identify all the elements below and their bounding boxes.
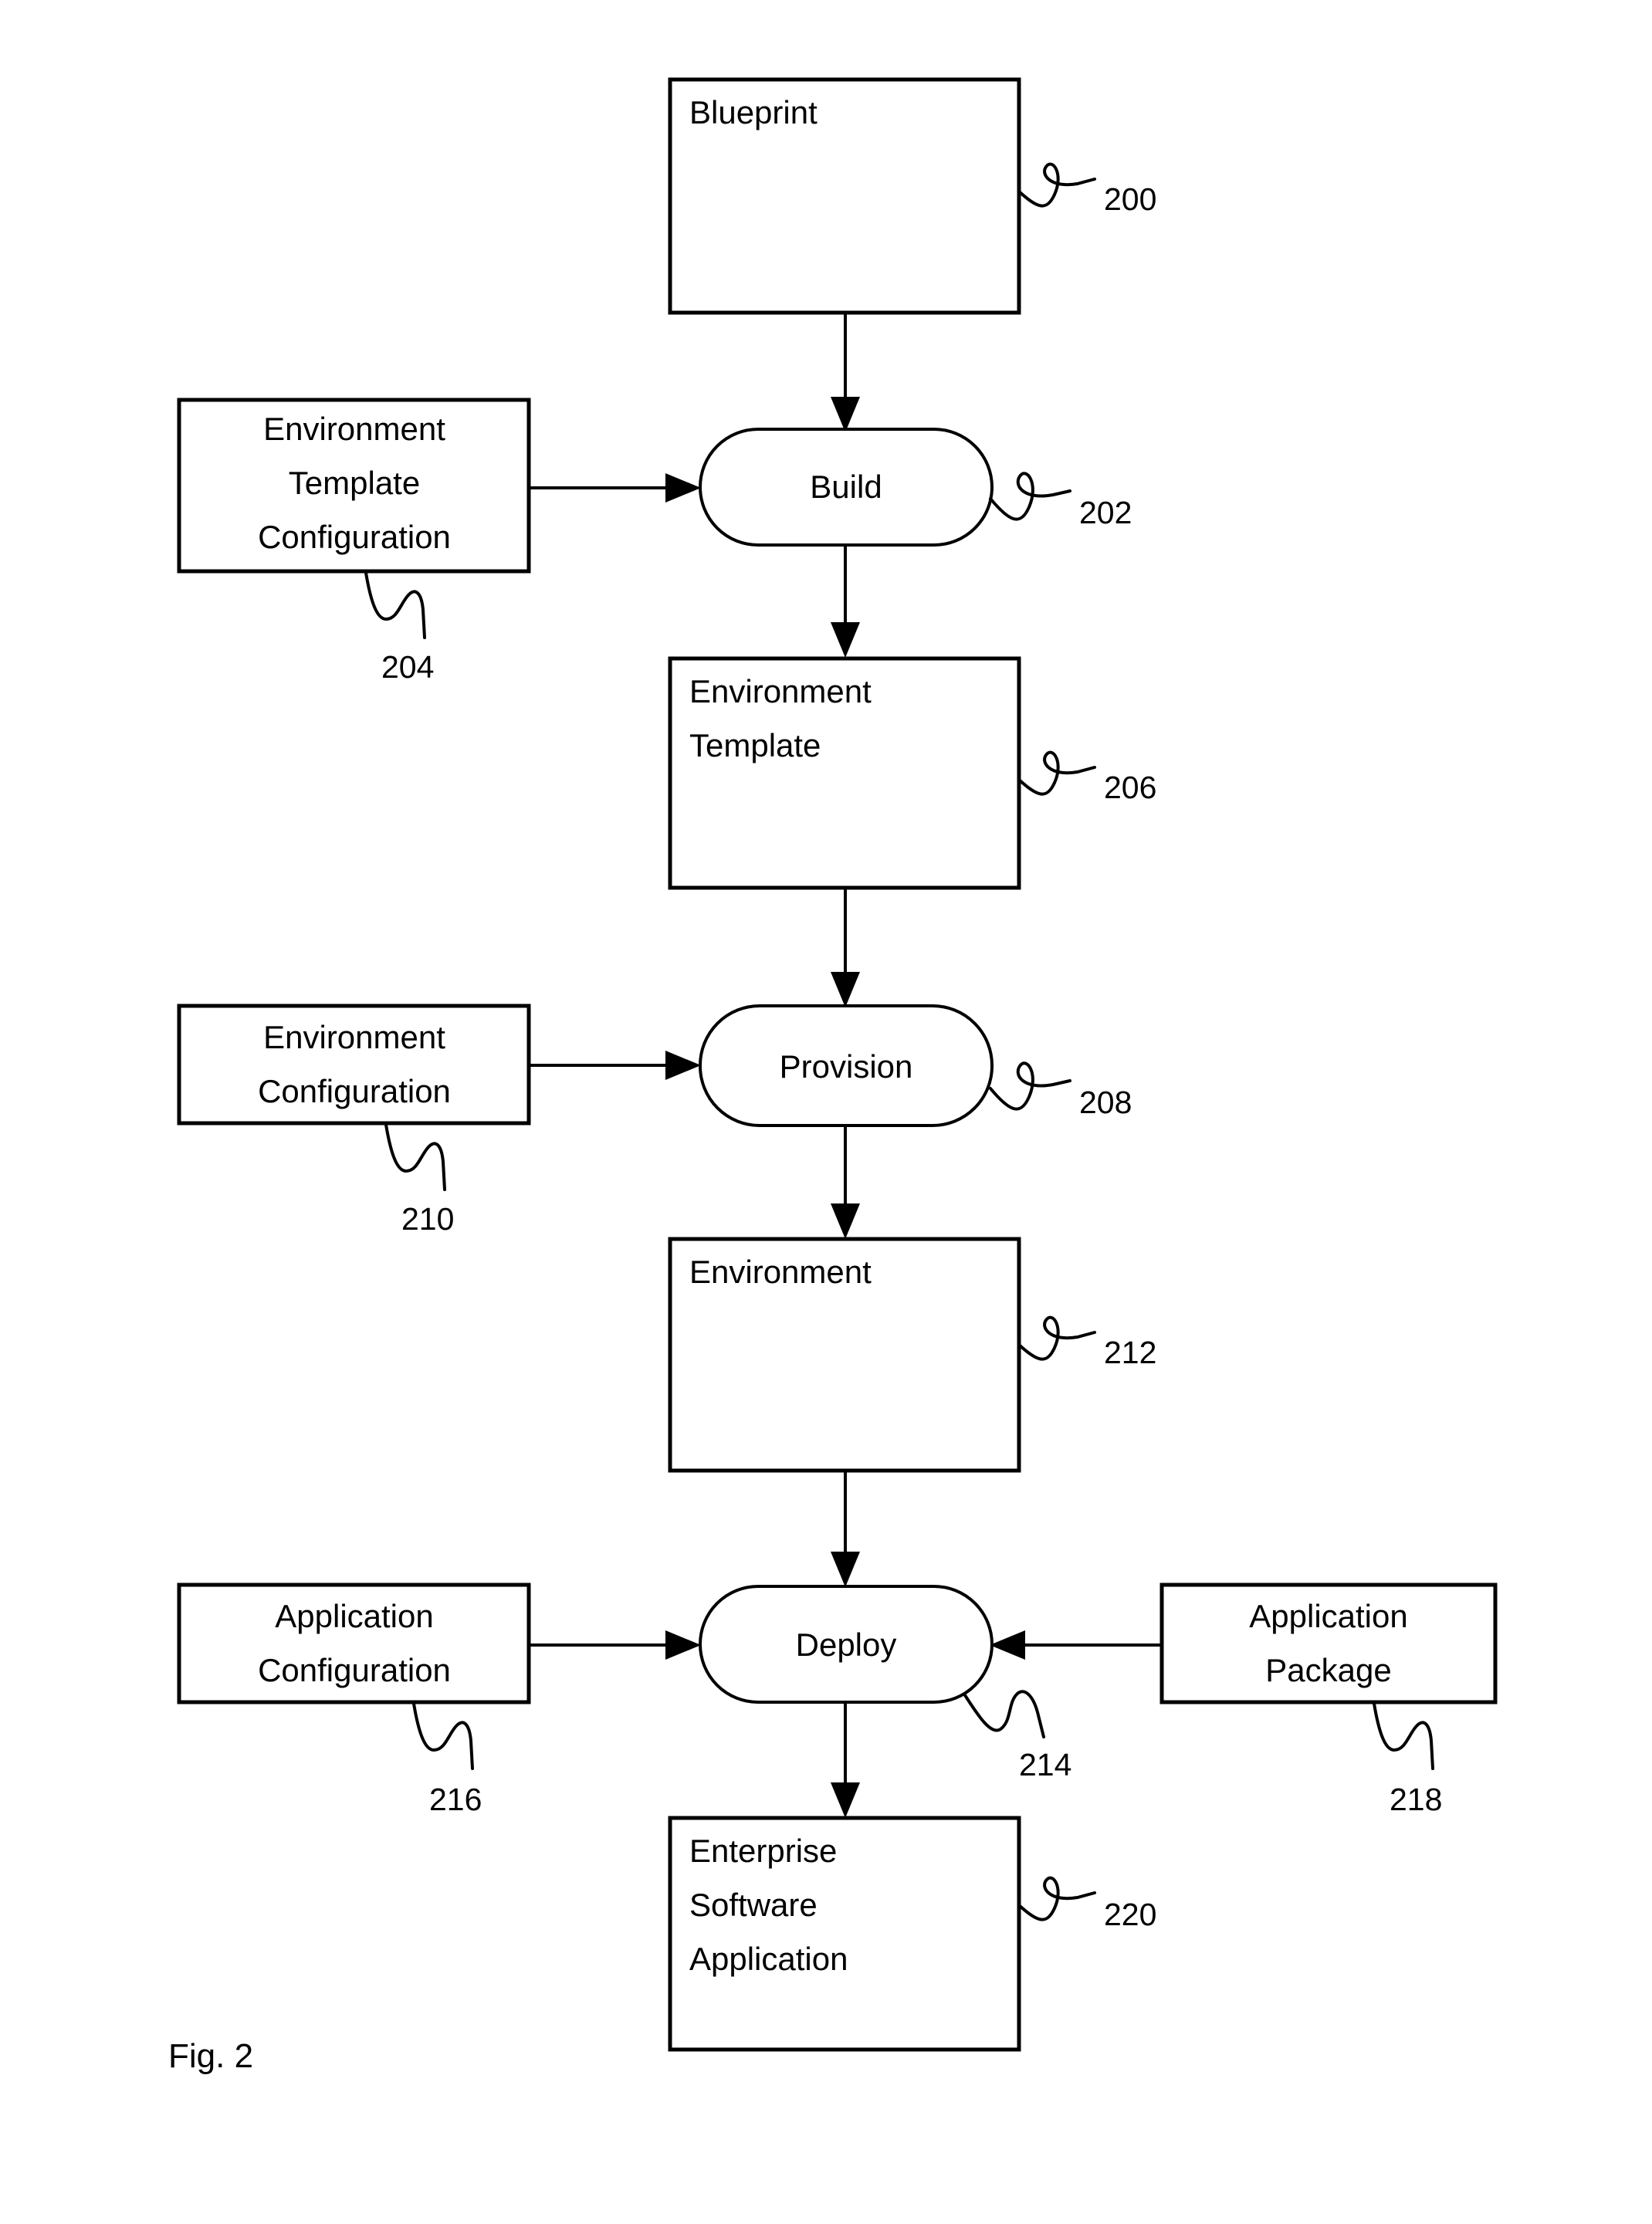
leader-line-218 bbox=[1373, 1702, 1434, 1770]
connector-appconfig-to-deploy bbox=[529, 1630, 701, 1660]
label-environment-template-line1: Environment bbox=[689, 673, 872, 709]
connector-build-to-environmenttemplate bbox=[831, 544, 860, 658]
connector-provision-to-environment bbox=[831, 1126, 860, 1239]
leader-line-202 bbox=[989, 472, 1071, 521]
ref-numeral-212: 212 bbox=[1104, 1335, 1156, 1370]
label-environment-template-configuration-line1: Environment bbox=[263, 411, 445, 447]
connector-envconfig-to-provision bbox=[529, 1051, 701, 1080]
figure-caption: Fig. 2 bbox=[168, 2037, 253, 2075]
leader-line-200 bbox=[1017, 162, 1096, 208]
ref-numeral-202: 202 bbox=[1079, 495, 1132, 530]
label-environment-configuration-line1: Environment bbox=[263, 1019, 445, 1055]
connector-envtemplateconfig-to-build bbox=[529, 473, 701, 503]
label-environment-template-line2: Template bbox=[689, 727, 821, 763]
ref-numeral-210: 210 bbox=[401, 1201, 454, 1237]
ref-numeral-216: 216 bbox=[429, 1782, 482, 1817]
label-application-package-line2: Package bbox=[1265, 1652, 1391, 1688]
ref-numeral-218: 218 bbox=[1390, 1782, 1442, 1817]
label-environment-configuration-line2: Configuration bbox=[258, 1073, 451, 1109]
label-application-configuration-line1: Application bbox=[275, 1598, 433, 1634]
label-environment: Environment bbox=[689, 1254, 872, 1290]
label-blueprint: Blueprint bbox=[689, 94, 818, 130]
ref-numeral-204: 204 bbox=[381, 649, 434, 685]
label-enterprise-software-application-line2: Software bbox=[689, 1887, 818, 1923]
label-environment-template-configuration-line2: Template bbox=[289, 465, 420, 501]
connector-blueprint-to-build bbox=[831, 313, 860, 432]
leader-line-206 bbox=[1017, 750, 1096, 796]
ref-numeral-200: 200 bbox=[1104, 181, 1156, 217]
ref-numeral-220: 220 bbox=[1104, 1897, 1156, 1932]
label-provision: Provision bbox=[780, 1048, 913, 1085]
connector-apppackage-to-deploy bbox=[990, 1630, 1162, 1660]
label-application-configuration-line2: Configuration bbox=[258, 1652, 451, 1688]
connector-deploy-to-enterprisesoftwareapplication bbox=[831, 1702, 860, 1818]
label-enterprise-software-application-line3: Application bbox=[689, 1941, 848, 1977]
leader-line-220 bbox=[1017, 1876, 1096, 1921]
leader-line-216 bbox=[412, 1702, 474, 1770]
connector-environmenttemplate-to-provision bbox=[831, 888, 860, 1007]
leader-line-208 bbox=[989, 1061, 1071, 1111]
leader-line-212 bbox=[1017, 1315, 1096, 1361]
ref-numeral-214: 214 bbox=[1019, 1747, 1071, 1782]
leader-line-210 bbox=[384, 1123, 446, 1191]
label-deploy: Deploy bbox=[796, 1627, 897, 1663]
diagram-canvas: Blueprint Build Environment Template Con… bbox=[168, 77, 1498, 2075]
ref-numeral-206: 206 bbox=[1104, 770, 1156, 805]
leader-line-204 bbox=[364, 571, 426, 639]
label-build: Build bbox=[810, 469, 882, 505]
leader-line-214 bbox=[963, 1690, 1045, 1738]
label-enterprise-software-application-line1: Enterprise bbox=[689, 1833, 837, 1869]
ref-numeral-208: 208 bbox=[1079, 1085, 1132, 1120]
patent-figure-2: Blueprint Build Environment Template Con… bbox=[0, 0, 1652, 2224]
connector-environment-to-deploy bbox=[831, 1471, 860, 1587]
label-environment-template-configuration-line3: Configuration bbox=[258, 519, 451, 555]
label-application-package-line1: Application bbox=[1249, 1598, 1407, 1634]
